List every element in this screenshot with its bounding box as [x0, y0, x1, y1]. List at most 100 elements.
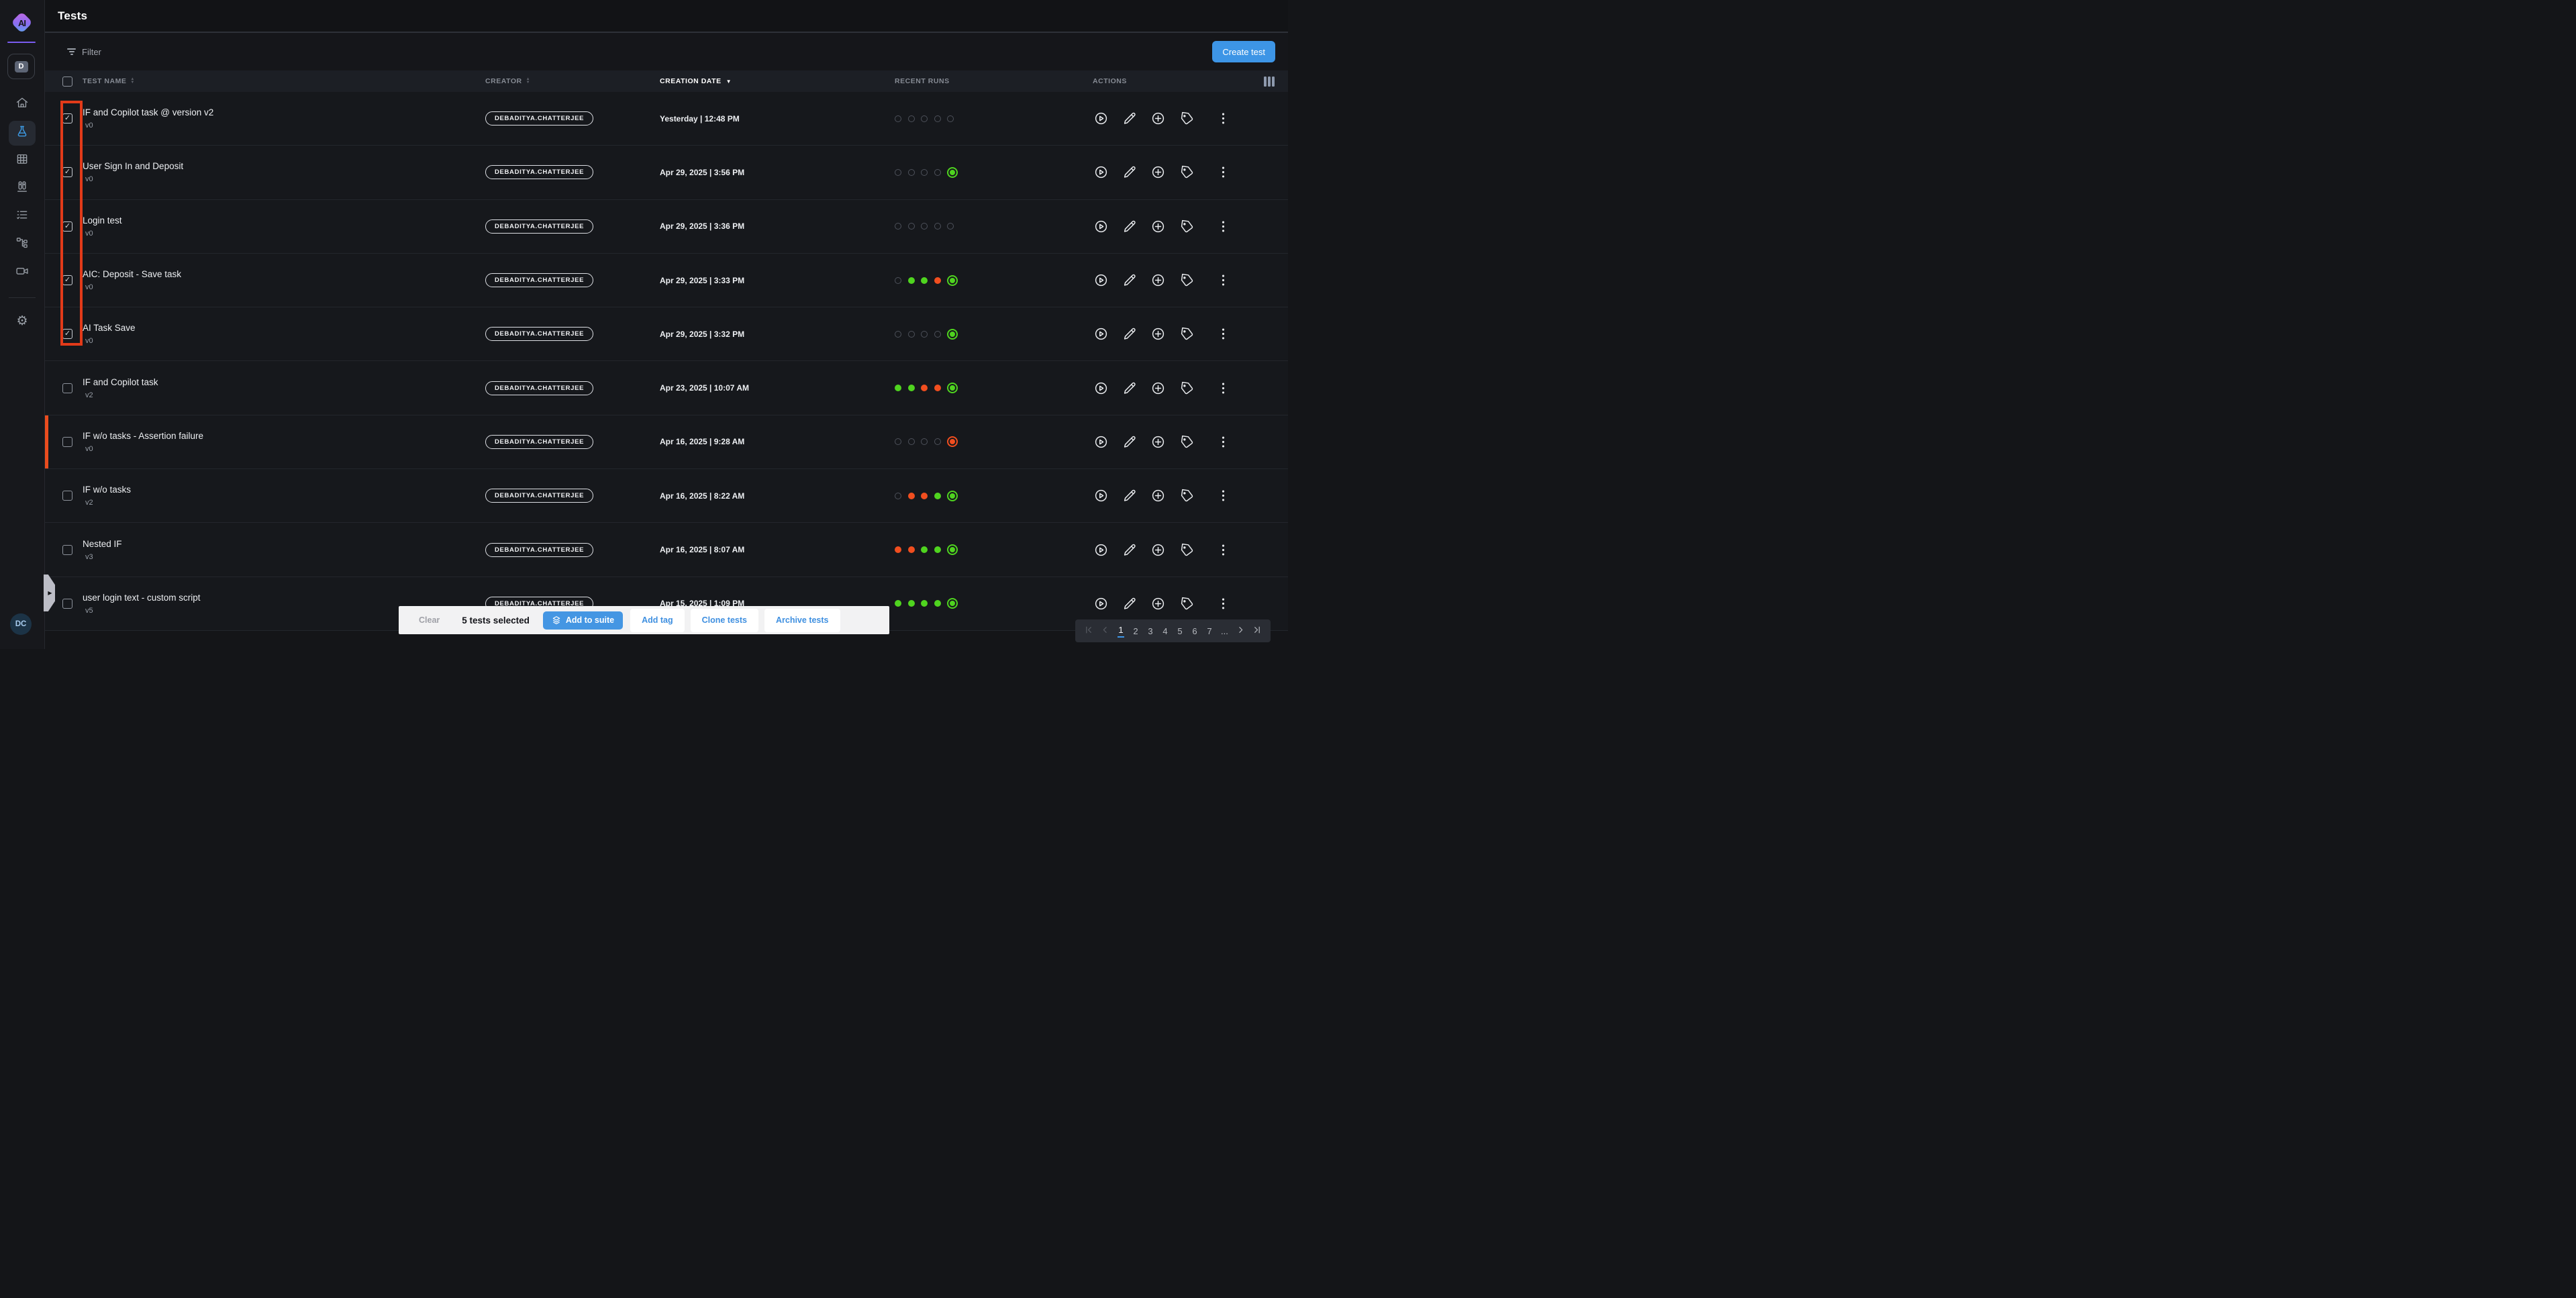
- first-page-button[interactable]: [1084, 626, 1093, 636]
- add-to-suite-icon-button[interactable]: [1151, 489, 1165, 503]
- last-page-button[interactable]: [1253, 626, 1262, 636]
- tag-button[interactable]: [1180, 381, 1194, 395]
- test-name[interactable]: IF w/o tasks - Assertion failure: [83, 431, 485, 441]
- sidebar-item-settings[interactable]: ⚙: [15, 314, 30, 329]
- table-row[interactable]: IF w/o tasks v2 DEBADITYA.CHATTERJEE Apr…: [45, 469, 1288, 523]
- sidebar-item-recordings[interactable]: [15, 266, 29, 279]
- page-button-2[interactable]: 2: [1132, 626, 1139, 636]
- sidebar-item-tests[interactable]: [15, 126, 29, 140]
- run-test-button[interactable]: [1094, 435, 1108, 449]
- page-button-4[interactable]: 4: [1162, 626, 1169, 636]
- filter-button[interactable]: Filter: [67, 47, 101, 57]
- add-to-suite-icon-button[interactable]: [1151, 165, 1165, 179]
- page-button-1[interactable]: 1: [1118, 625, 1124, 638]
- row-checkbox[interactable]: [62, 221, 72, 232]
- test-name[interactable]: Nested IF: [83, 539, 485, 549]
- edit-test-button[interactable]: [1123, 111, 1137, 126]
- user-avatar[interactable]: DC: [10, 613, 32, 635]
- page-button-3[interactable]: 3: [1147, 626, 1154, 636]
- column-header-creator[interactable]: CREATOR ▲▼: [485, 77, 660, 85]
- column-header-test-name[interactable]: TEST NAME ▲▼: [76, 77, 485, 85]
- tag-button[interactable]: [1180, 597, 1194, 611]
- edit-test-button[interactable]: [1123, 543, 1137, 557]
- row-checkbox[interactable]: [62, 383, 72, 393]
- test-name[interactable]: Login test: [83, 215, 485, 226]
- row-checkbox[interactable]: [62, 599, 72, 609]
- add-to-suite-icon-button[interactable]: [1151, 327, 1165, 341]
- sidebar-item-runs-list[interactable]: [15, 209, 29, 223]
- run-test-button[interactable]: [1094, 327, 1108, 341]
- add-to-suite-icon-button[interactable]: [1151, 111, 1165, 126]
- row-checkbox[interactable]: [62, 275, 72, 285]
- select-all-checkbox[interactable]: [62, 77, 72, 87]
- run-test-button[interactable]: [1094, 489, 1108, 503]
- more-options-button[interactable]: [1216, 489, 1230, 503]
- row-checkbox[interactable]: [62, 113, 72, 123]
- add-to-suite-icon-button[interactable]: [1151, 273, 1165, 287]
- more-options-button[interactable]: [1216, 435, 1230, 449]
- clear-selection-button[interactable]: Clear: [419, 615, 440, 625]
- sidebar-item-suites[interactable]: [15, 154, 29, 167]
- run-test-button[interactable]: [1094, 219, 1108, 234]
- archive-tests-button[interactable]: Archive tests: [764, 609, 840, 632]
- table-row[interactable]: Login test v0 DEBADITYA.CHATTERJEE Apr 2…: [45, 200, 1288, 254]
- edit-test-button[interactable]: [1123, 489, 1137, 503]
- edit-test-button[interactable]: [1123, 273, 1137, 287]
- row-checkbox[interactable]: [62, 437, 72, 447]
- edit-test-button[interactable]: [1123, 165, 1137, 179]
- row-checkbox[interactable]: [62, 329, 72, 339]
- add-to-suite-icon-button[interactable]: [1151, 381, 1165, 395]
- run-test-button[interactable]: [1094, 597, 1108, 611]
- more-options-button[interactable]: [1216, 273, 1230, 287]
- edit-test-button[interactable]: [1123, 381, 1137, 395]
- sidebar-item-test-data[interactable]: [15, 181, 29, 195]
- tag-button[interactable]: [1180, 111, 1194, 126]
- test-name[interactable]: user login text - custom script: [83, 593, 485, 603]
- add-to-suite-icon-button[interactable]: [1151, 597, 1165, 611]
- more-options-button[interactable]: [1216, 597, 1230, 611]
- table-row[interactable]: AIC: Deposit - Save task v0 DEBADITYA.CH…: [45, 254, 1288, 307]
- row-checkbox[interactable]: [62, 167, 72, 177]
- table-row[interactable]: User Sign In and Deposit v0 DEBADITYA.CH…: [45, 146, 1288, 199]
- run-test-button[interactable]: [1094, 381, 1108, 395]
- add-tag-button[interactable]: Add tag: [630, 609, 685, 632]
- tag-button[interactable]: [1180, 273, 1194, 287]
- row-checkbox[interactable]: [62, 491, 72, 501]
- test-name[interactable]: AIC: Deposit - Save task: [83, 269, 485, 279]
- column-settings-button[interactable]: [1250, 77, 1275, 87]
- run-test-button[interactable]: [1094, 543, 1108, 557]
- more-options-button[interactable]: [1216, 111, 1230, 126]
- page-button-7[interactable]: 7: [1206, 626, 1213, 636]
- previous-page-button[interactable]: [1101, 626, 1109, 636]
- run-test-button[interactable]: [1094, 273, 1108, 287]
- test-name[interactable]: IF and Copilot task: [83, 377, 485, 387]
- edit-test-button[interactable]: [1123, 435, 1137, 449]
- add-to-suite-icon-button[interactable]: [1151, 543, 1165, 557]
- tag-button[interactable]: [1180, 327, 1194, 341]
- tag-button[interactable]: [1180, 165, 1194, 179]
- run-test-button[interactable]: [1094, 111, 1108, 126]
- more-options-button[interactable]: [1216, 165, 1230, 179]
- add-to-suite-button[interactable]: Add to suite: [543, 611, 623, 630]
- next-page-button[interactable]: [1236, 626, 1245, 636]
- tag-button[interactable]: [1180, 219, 1194, 234]
- edit-test-button[interactable]: [1123, 327, 1137, 341]
- table-row[interactable]: AI Task Save v0 DEBADITYA.CHATTERJEE Apr…: [45, 307, 1288, 361]
- page-button-6[interactable]: 6: [1191, 626, 1198, 636]
- clone-tests-button[interactable]: Clone tests: [691, 609, 758, 632]
- test-name[interactable]: IF and Copilot task @ version v2: [83, 107, 485, 117]
- tag-button[interactable]: [1180, 489, 1194, 503]
- more-options-button[interactable]: [1216, 543, 1230, 557]
- add-to-suite-icon-button[interactable]: [1151, 219, 1165, 234]
- edit-test-button[interactable]: [1123, 597, 1137, 611]
- run-test-button[interactable]: [1094, 165, 1108, 179]
- column-header-creation-date[interactable]: CREATION DATE ▼: [660, 77, 895, 85]
- row-checkbox[interactable]: [62, 545, 72, 555]
- page-button-5[interactable]: 5: [1177, 626, 1183, 636]
- more-options-button[interactable]: [1216, 381, 1230, 395]
- table-row[interactable]: IF w/o tasks - Assertion failure v0 DEBA…: [45, 415, 1288, 469]
- tag-button[interactable]: [1180, 543, 1194, 557]
- edit-test-button[interactable]: [1123, 219, 1137, 234]
- test-name[interactable]: IF w/o tasks: [83, 485, 485, 495]
- table-row[interactable]: IF and Copilot task v2 DEBADITYA.CHATTER…: [45, 361, 1288, 415]
